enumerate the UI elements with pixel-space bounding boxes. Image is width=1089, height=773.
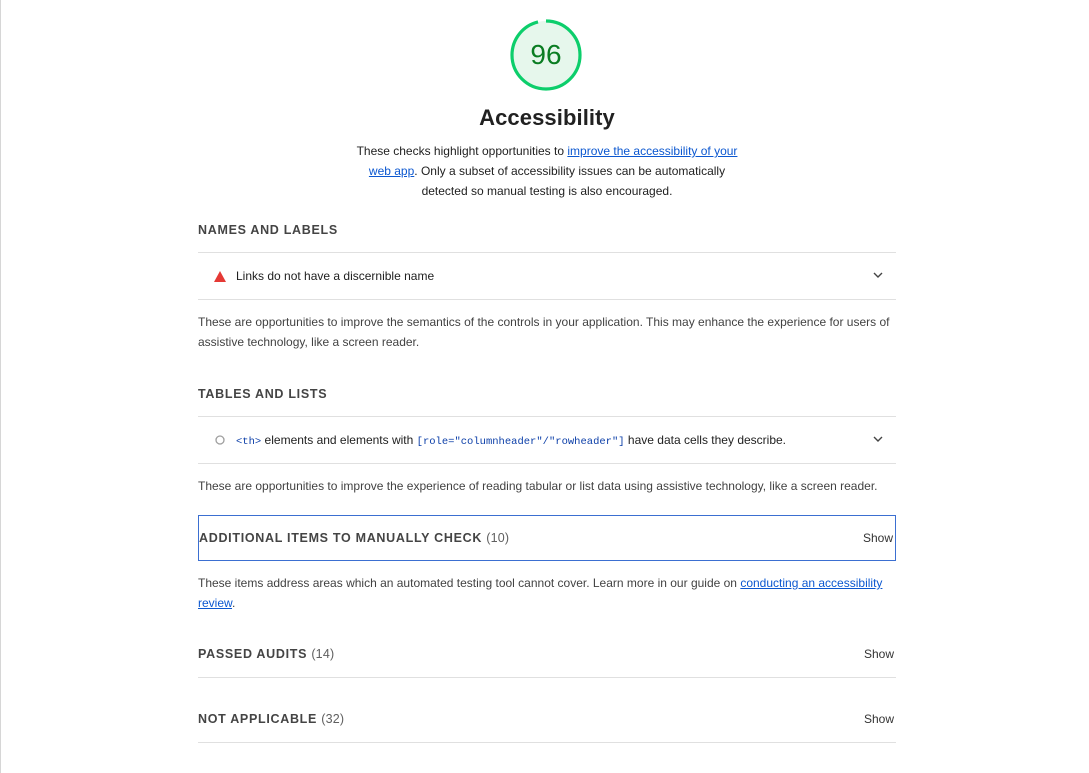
- manual-desc-after: .: [232, 596, 236, 610]
- group-title-tables-lists: Tables and Lists: [198, 387, 328, 401]
- score-value: 96: [530, 39, 562, 70]
- show-button[interactable]: Show: [864, 647, 894, 661]
- audit-text-end: have data cells they describe.: [624, 432, 787, 447]
- chevron-down-icon[interactable]: [872, 269, 884, 281]
- group-description-manual: These items address areas which an autom…: [198, 573, 896, 613]
- group-description-names-labels: These are opportunities to improve the s…: [198, 315, 890, 349]
- category-description: These checks highlight opportunities to …: [347, 141, 747, 201]
- divider: [198, 463, 896, 464]
- category-desc-after: . Only a subset of accessibility issues …: [414, 164, 726, 198]
- passed-audits-toggle[interactable]: Passed audits (14) Show: [198, 631, 896, 677]
- fail-triangle-icon: [210, 270, 230, 282]
- audit-row-link-name[interactable]: Links do not have a discernible name: [198, 253, 896, 299]
- audit-title: Links do not have a discernible name: [236, 269, 435, 283]
- manual-desc-before: These items address areas which an autom…: [198, 576, 741, 590]
- group-title-passed: Passed audits (14): [198, 647, 335, 661]
- category-title: Accessibility: [479, 105, 615, 130]
- page-left-border: [0, 0, 1, 773]
- group-count: (32): [321, 712, 345, 726]
- group-title-not-applicable: Not applicable (32): [198, 712, 345, 726]
- divider: [198, 299, 896, 300]
- category-desc-before: These checks highlight opportunities to: [356, 144, 568, 158]
- divider: [198, 742, 896, 743]
- score-gauge[interactable]: 96: [510, 19, 582, 91]
- chevron-down-icon[interactable]: [872, 433, 884, 445]
- not-applicable-toggle[interactable]: Not applicable (32) Show: [198, 696, 896, 742]
- manual-checks-toggle[interactable]: Additional items to manually check (10) …: [198, 515, 896, 561]
- group-description-tables-lists: These are opportunities to improve the e…: [198, 479, 878, 493]
- divider: [198, 677, 896, 678]
- th-code: <th>: [236, 435, 262, 448]
- audit-text-mid: elements and elements with: [261, 432, 417, 447]
- audit-title: <th> elements and elements with [role="c…: [236, 433, 786, 448]
- not-applicable-circle-icon: [210, 435, 230, 445]
- show-button[interactable]: Show: [864, 712, 894, 726]
- group-count: (10): [486, 531, 510, 545]
- group-count: (14): [311, 647, 335, 661]
- role-code: [role="columnheader"/"rowheader"]: [416, 435, 625, 448]
- show-button[interactable]: Show: [863, 531, 893, 545]
- audit-row-th-has-data-cells[interactable]: <th> elements and elements with [role="c…: [198, 417, 896, 463]
- group-title-names-labels: Names and Labels: [198, 223, 338, 237]
- group-title-manual: Additional items to manually check (10): [199, 531, 510, 545]
